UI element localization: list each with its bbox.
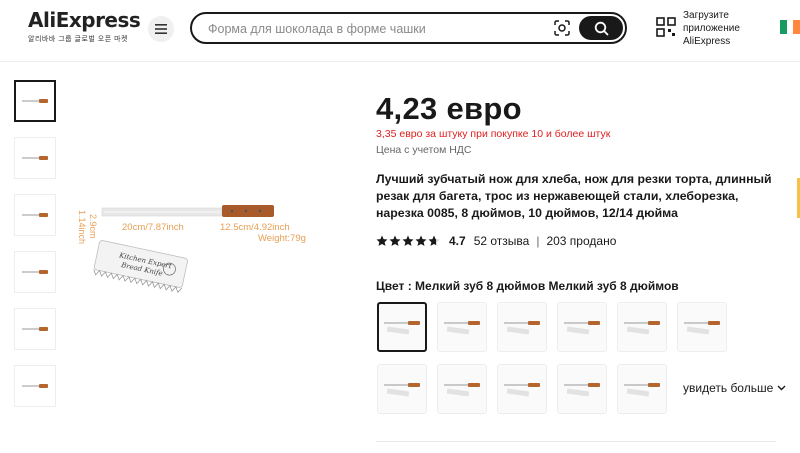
ireland-flag-icon[interactable] — [780, 20, 800, 34]
knife-sheath: Kitchen Expert Bread Knife — [93, 240, 188, 294]
aliexpress-logo[interactable]: AliExpress 알리바바 그룹 글로벌 오픈 마켓 — [28, 8, 141, 44]
bulk-price-note: 3,35 евро за штуку при покупке 10 и боле… — [376, 128, 611, 140]
thumbnail-list — [14, 80, 56, 422]
color-swatch-1[interactable] — [377, 302, 427, 352]
main-product-image[interactable]: 2.9cm 1.14inch 20cm/7.87inch 12.5cm/4.92… — [70, 172, 330, 312]
color-swatch-9[interactable] — [497, 364, 547, 414]
color-swatch-2[interactable] — [437, 302, 487, 352]
rating-score: 4.7 — [449, 234, 466, 248]
vat-note: Цена с учетом НДС — [376, 144, 472, 156]
rating-row: 4.7 52 отзыва | 203 продано — [376, 234, 616, 248]
thumbnail-3[interactable] — [14, 194, 56, 236]
color-swatch-11[interactable] — [617, 364, 667, 414]
star-icon — [402, 235, 414, 246]
logo-text: AliExpress — [28, 8, 141, 32]
knife-handle — [222, 205, 274, 217]
thumbnail-6[interactable] — [14, 365, 56, 407]
height-cm-label: 2.9cm — [88, 214, 98, 239]
color-swatch-8[interactable] — [437, 364, 487, 414]
app-promo-line-2: приложение — [683, 23, 740, 34]
thumbnail-2[interactable] — [14, 137, 56, 179]
site-header: AliExpress 알리바바 그룹 글로벌 오픈 마켓 Загрузите п… — [0, 0, 800, 62]
product-title: Лучший зубчатый нож для хлеба, нож для р… — [376, 172, 772, 220]
color-swatch-4[interactable] — [557, 302, 607, 352]
color-swatch-3[interactable] — [497, 302, 547, 352]
price: 4,23 евро — [376, 91, 522, 126]
app-promo-line-3: AliExpress — [683, 36, 731, 47]
search-button[interactable] — [579, 16, 623, 40]
see-more-label: увидеть больше — [683, 381, 774, 395]
app-promo-line-1: Загрузите — [683, 10, 729, 21]
search-input[interactable] — [208, 20, 528, 38]
star-rating — [376, 235, 440, 247]
sold-count: 203 продано — [546, 234, 617, 248]
thumbnail-4[interactable] — [14, 251, 56, 293]
magnifier-icon — [594, 21, 608, 35]
see-more-button[interactable]: увидеть больше — [683, 381, 786, 395]
thumbnail-1[interactable] — [14, 80, 56, 122]
blade-length-label: 20cm/7.87inch — [122, 222, 184, 233]
reviews-link[interactable]: 52 отзыва — [474, 234, 530, 248]
height-inch-label: 1.14inch — [77, 210, 87, 244]
logo-subtitle: 알리바바 그룹 글로벌 오픈 마켓 — [28, 36, 128, 43]
star-icon — [376, 235, 388, 246]
color-swatch-5[interactable] — [617, 302, 667, 352]
color-swatch-6[interactable] — [677, 302, 727, 352]
weight-label: Weight:79g — [258, 233, 306, 244]
thumbnail-5[interactable] — [14, 308, 56, 350]
star-half-icon — [428, 235, 440, 246]
color-swatch-10[interactable] — [557, 364, 607, 414]
chevron-down-icon — [777, 385, 786, 391]
search-bar — [190, 12, 627, 44]
qr-code-icon[interactable] — [656, 17, 676, 37]
hamburger-icon — [155, 24, 167, 34]
camera-search-icon[interactable] — [553, 19, 571, 37]
menu-button[interactable] — [148, 16, 174, 42]
star-icon — [415, 235, 427, 246]
color-swatch-7[interactable] — [377, 364, 427, 414]
section-divider — [376, 441, 776, 442]
app-download-link[interactable]: Загрузите приложение AliExpress — [683, 9, 753, 48]
star-icon — [389, 235, 401, 246]
rating-separator: | — [536, 234, 540, 248]
handle-length-label: 12.5cm/4.92inch — [220, 222, 290, 233]
color-label: Цвет : Мелкий зуб 8 дюймов Мелкий зуб 8 … — [376, 279, 679, 293]
